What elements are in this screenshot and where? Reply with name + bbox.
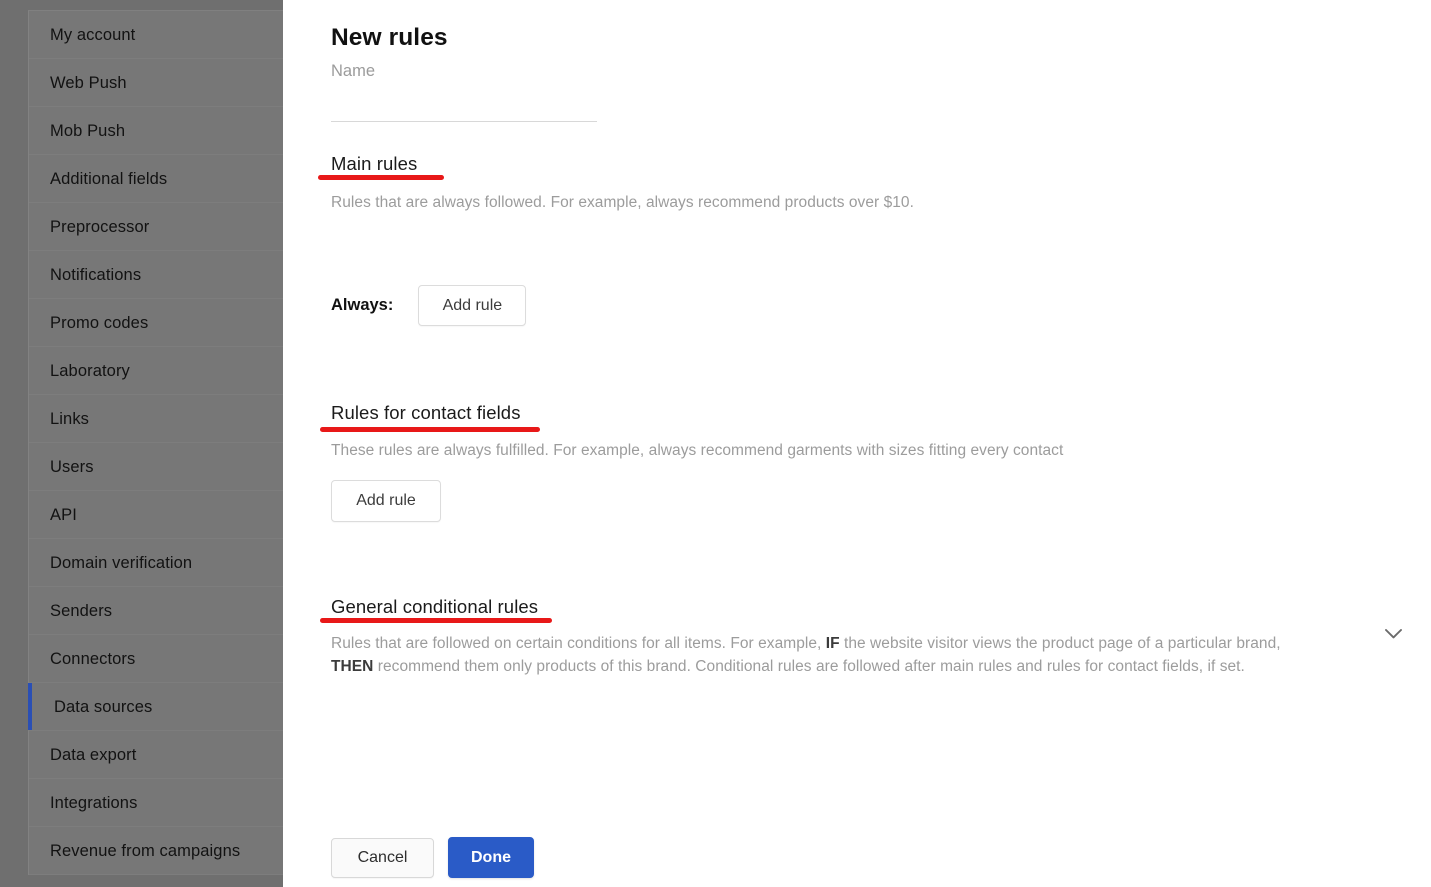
section-heading-main-rules: Main rules [331, 153, 418, 174]
sidebar-item-notifications[interactable]: Notifications [29, 251, 283, 299]
sidebar-item-preprocessor[interactable]: Preprocessor [29, 203, 283, 251]
sidebar-item-label: My account [50, 26, 136, 44]
sidebar-item-users[interactable]: Users [29, 443, 283, 491]
sidebar-item-integrations[interactable]: Integrations [29, 779, 283, 827]
sidebar-item-revenue-from-campaigns[interactable]: Revenue from campaigns [29, 827, 283, 875]
sidebar-item-label: Data export [50, 746, 137, 764]
sidebar-item-senders[interactable]: Senders [29, 587, 283, 635]
sidebar-item-my-account[interactable]: My account [29, 11, 283, 59]
sidebar-item-label: Domain verification [50, 554, 193, 572]
settings-sidebar-nav: My account Web Push Mob Push Additional fie… [28, 10, 283, 875]
sidebar-item-connectors[interactable]: Connectors [29, 635, 283, 683]
section-description-contact-fields: These rules are always fulfilled. For ex… [331, 442, 1064, 459]
name-field-group [331, 62, 597, 122]
sidebar-item-links[interactable]: Links [29, 395, 283, 443]
new-rules-modal: New rules Main rules Rules that are alwa… [283, 0, 1431, 887]
sidebar-item-label: Senders [50, 602, 113, 620]
add-rule-button-main[interactable]: Add rule [418, 285, 527, 326]
sidebar-item-mob-push[interactable]: Mob Push [29, 107, 283, 155]
desc-keyword-if: IF [825, 635, 840, 652]
name-input[interactable] [331, 62, 597, 121]
sidebar-item-label: Preprocessor [50, 218, 150, 236]
sidebar-item-label: Revenue from campaigns [50, 842, 241, 860]
sidebar-item-label: Laboratory [50, 362, 130, 380]
sidebar-item-api[interactable]: API [29, 491, 283, 539]
sidebar-item-additional-fields[interactable]: Additional fields [29, 155, 283, 203]
section-description-main-rules: Rules that are always followed. For exam… [331, 194, 914, 211]
add-rule-button-contact-fields[interactable]: Add rule [331, 480, 441, 522]
sidebar-item-data-export[interactable]: Data export [29, 731, 283, 779]
page-root: My account Web Push Mob Push Additional fie… [0, 0, 1431, 887]
section-heading-general-conditional: General conditional rules [331, 596, 539, 617]
sidebar-item-label: Mob Push [50, 122, 126, 140]
page-title: New rules [331, 24, 448, 52]
sidebar-item-laboratory[interactable]: Laboratory [29, 347, 283, 395]
desc-keyword-then: THEN [331, 657, 374, 675]
sidebar-item-data-sources[interactable]: Data sources [28, 683, 283, 731]
sidebar-active-indicator [28, 683, 32, 730]
sidebar-item-label: API [50, 506, 77, 524]
desc-text-part-3: recommend them only products of this bra… [373, 657, 1245, 675]
name-input-underline [331, 121, 597, 122]
sidebar-item-label: Integrations [50, 794, 138, 812]
settings-sidebar-dimmed: My account Web Push Mob Push Additional fie… [0, 0, 283, 887]
sidebar-item-promo-codes[interactable]: Promo codes [29, 299, 283, 347]
cancel-button[interactable]: Cancel [331, 837, 434, 878]
sidebar-item-label: Users [50, 458, 94, 476]
annotation-underline-general-conditional [320, 618, 552, 623]
sidebar-item-label: Promo codes [50, 314, 149, 332]
sidebar-item-label: Data sources [54, 698, 153, 716]
sidebar-item-domain-verification[interactable]: Domain verification [29, 539, 283, 587]
sidebar-item-label: Connectors [50, 650, 136, 668]
section-description-general-conditional: Rules that are followed on certain condi… [331, 633, 1306, 678]
desc-text-part-1: Rules that are followed on certain condi… [331, 635, 826, 652]
sidebar-item-label: Links [50, 410, 90, 428]
desc-text-part-2: the website visitor views the product pa… [839, 635, 1281, 652]
section-heading-contact-fields: Rules for contact fields [331, 402, 521, 423]
sidebar-item-web-push[interactable]: Web Push [29, 59, 283, 107]
always-label: Always: [331, 296, 394, 314]
annotation-underline-contact-fields [320, 427, 540, 432]
sidebar-item-label: Notifications [50, 266, 142, 284]
sidebar-item-label: Additional fields [50, 170, 168, 188]
annotation-underline-main-rules [318, 175, 444, 180]
chevron-down-icon[interactable] [1379, 620, 1407, 648]
sidebar-item-label: Web Push [50, 74, 127, 92]
always-rule-row: Always: Add rule [331, 285, 527, 326]
modal-footer: Cancel Done [331, 837, 534, 878]
done-button[interactable]: Done [448, 837, 534, 878]
